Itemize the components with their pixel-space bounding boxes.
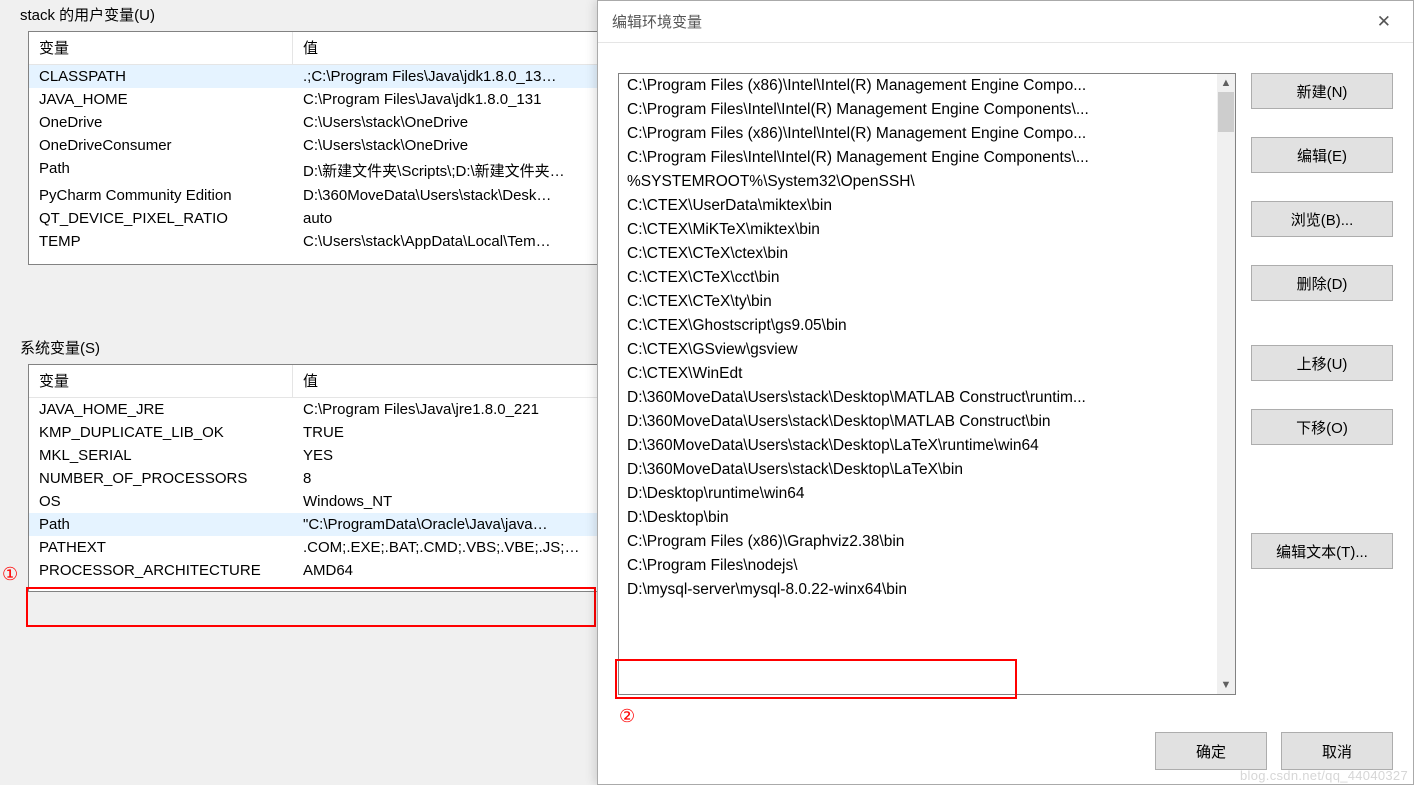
var-name-cell: QT_DEVICE_PIXEL_RATIO [29,207,293,230]
var-name-cell: KMP_DUPLICATE_LIB_OK [29,421,293,444]
delete-entry-button[interactable]: 删除(D) [1251,265,1393,301]
var-name-cell: OneDriveConsumer [29,134,293,157]
close-icon[interactable]: ✕ [1369,8,1399,36]
move-up-button[interactable]: 上移(U) [1251,345,1393,381]
var-name-cell: OS [29,490,293,513]
scroll-down-arrow-icon[interactable]: ▼ [1217,676,1235,694]
list-item[interactable]: C:\CTEX\MiKTeX\miktex\bin [619,218,1217,242]
list-item[interactable]: D:\Desktop\bin [619,506,1217,530]
col-header-var[interactable]: 变量 [29,365,293,397]
edit-env-var-dialog: 编辑环境变量 ✕ C:\Program Files (x86)\Intel\In… [597,0,1414,785]
list-item[interactable]: C:\CTEX\WinEdt [619,362,1217,386]
new-entry-button[interactable]: 新建(N) [1251,73,1393,109]
edit-text-button[interactable]: 编辑文本(T)... [1251,533,1393,569]
list-item[interactable]: C:\Program Files\nodejs\ [619,554,1217,578]
var-name-cell: JAVA_HOME [29,88,293,111]
list-item[interactable]: C:\CTEX\CTeX\ctex\bin [619,242,1217,266]
var-name-cell: JAVA_HOME_JRE [29,398,293,421]
dialog-body: C:\Program Files (x86)\Intel\Intel(R) Ma… [598,43,1413,784]
list-item[interactable]: C:\Program Files (x86)\Intel\Intel(R) Ma… [619,74,1217,98]
var-name-cell: PyCharm Community Edition [29,184,293,207]
vertical-scrollbar[interactable]: ▲ ▼ [1217,74,1235,694]
path-entries-listbox[interactable]: C:\Program Files (x86)\Intel\Intel(R) Ma… [618,73,1236,695]
list-item[interactable]: C:\CTEX\CTeX\cct\bin [619,266,1217,290]
list-item[interactable]: C:\CTEX\CTeX\ty\bin [619,290,1217,314]
list-item[interactable]: D:\360MoveData\Users\stack\Desktop\LaTeX… [619,458,1217,482]
dialog-titlebar: 编辑环境变量 ✕ [598,1,1413,43]
list-item[interactable]: C:\Program Files\Intel\Intel(R) Manageme… [619,146,1217,170]
dialog-title-text: 编辑环境变量 [612,11,702,32]
var-name-cell: OneDrive [29,111,293,134]
list-item[interactable]: D:\360MoveData\Users\stack\Desktop\MATLA… [619,386,1217,410]
scroll-track[interactable] [1217,92,1235,676]
list-item[interactable]: D:\360MoveData\Users\stack\Desktop\LaTeX… [619,434,1217,458]
var-name-cell: NUMBER_OF_PROCESSORS [29,467,293,490]
col-header-var[interactable]: 变量 [29,32,293,64]
scroll-thumb-top[interactable] [1218,92,1234,132]
var-name-cell: PATHEXT [29,536,293,559]
var-name-cell: MKL_SERIAL [29,444,293,467]
list-item[interactable]: %SYSTEMROOT%\System32\OpenSSH\ [619,170,1217,194]
dialog-side-buttons: 新建(N) 编辑(E) 浏览(B)... 删除(D) 上移(U) 下移(O) 编… [1251,73,1393,569]
scroll-up-arrow-icon[interactable]: ▲ [1217,74,1235,92]
list-item[interactable]: C:\CTEX\Ghostscript\gs9.05\bin [619,314,1217,338]
var-name-cell: Path [29,513,293,536]
var-name-cell: Path [29,157,293,184]
browse-button[interactable]: 浏览(B)... [1251,201,1393,237]
list-item[interactable]: D:\mysql-server\mysql-8.0.22-winx64\bin [619,578,1217,602]
var-name-cell: CLASSPATH [29,65,293,88]
list-item[interactable]: C:\CTEX\GSview\gsview [619,338,1217,362]
list-item[interactable]: C:\Program Files (x86)\Intel\Intel(R) Ma… [619,122,1217,146]
edit-entry-button[interactable]: 编辑(E) [1251,137,1393,173]
var-name-cell: PROCESSOR_ARCHITECTURE [29,559,293,582]
list-item[interactable]: D:\Desktop\runtime\win64 [619,482,1217,506]
ok-button[interactable]: 确定 [1155,732,1267,770]
list-item[interactable]: C:\CTEX\UserData\miktex\bin [619,194,1217,218]
cancel-button[interactable]: 取消 [1281,732,1393,770]
move-down-button[interactable]: 下移(O) [1251,409,1393,445]
list-item[interactable]: D:\360MoveData\Users\stack\Desktop\MATLA… [619,410,1217,434]
dialog-footer: 确定 取消 [1155,732,1393,770]
list-item[interactable]: C:\Program Files (x86)\Graphviz2.38\bin [619,530,1217,554]
var-name-cell: TEMP [29,230,293,253]
list-item[interactable]: C:\Program Files\Intel\Intel(R) Manageme… [619,98,1217,122]
